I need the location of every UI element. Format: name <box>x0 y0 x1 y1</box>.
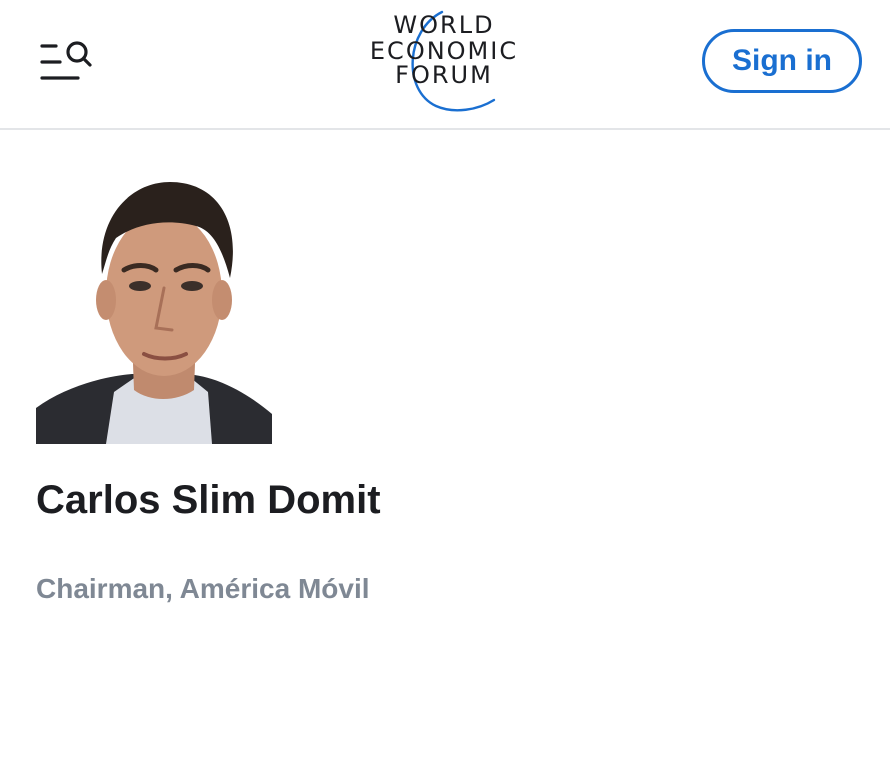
profile-name: Carlos Slim Domit <box>36 478 381 522</box>
wef-logo[interactable]: WORLD ECONOMIC FORUM <box>358 10 530 114</box>
logo-text-line3: FORUM <box>395 61 493 89</box>
profile-photo <box>36 178 288 444</box>
profile-role: Chairman, América Móvil <box>36 573 370 604</box>
menu-search-button[interactable] <box>38 40 96 84</box>
logo-text-line1: WORLD <box>393 11 495 39</box>
menu-search-icon <box>40 41 92 80</box>
site-header: WORLD ECONOMIC FORUM Sign in <box>0 0 890 130</box>
sign-in-button[interactable]: Sign in <box>702 29 862 93</box>
